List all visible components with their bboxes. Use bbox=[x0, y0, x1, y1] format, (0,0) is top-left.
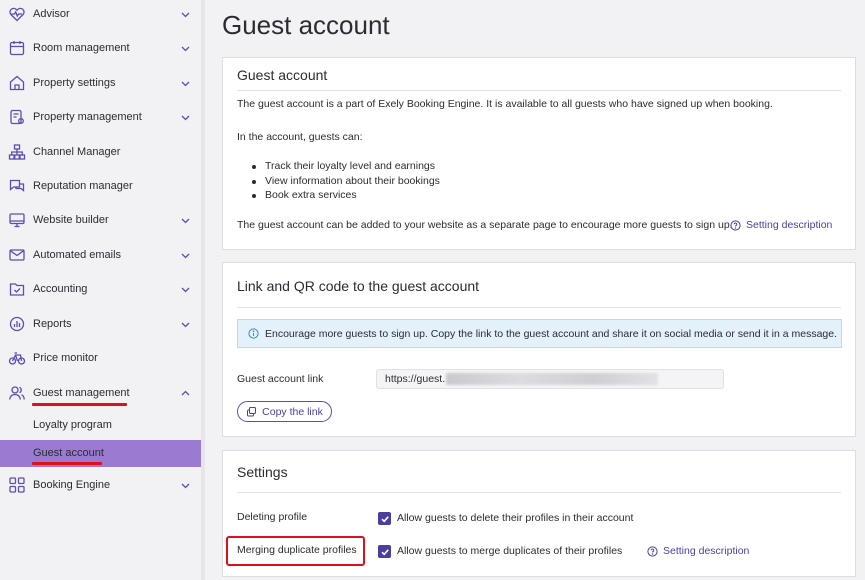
list-item: Book extra services bbox=[251, 188, 440, 203]
sidebar-item-advisor[interactable]: Advisor bbox=[0, 0, 201, 31]
list-item: Track their loyalty level and earnings bbox=[251, 159, 440, 174]
sidebar-item-label: Automated emails bbox=[33, 249, 122, 261]
sidebar-item-label: Channel Manager bbox=[33, 146, 121, 158]
copy-link-button[interactable]: Copy the link bbox=[237, 401, 332, 422]
card-title: Link and QR code to the guest account bbox=[237, 278, 480, 294]
list-intro-text: In the account, guests can: bbox=[237, 131, 363, 143]
sidebar-item-reputation-manager[interactable]: Reputation manager bbox=[0, 169, 201, 203]
sidebar-item-label: Property settings bbox=[33, 77, 116, 89]
users-icon bbox=[8, 384, 26, 402]
sidebar-item-label: Reputation manager bbox=[33, 180, 133, 192]
field-label: Guest account link bbox=[237, 373, 324, 385]
chevron-down-icon bbox=[180, 112, 191, 123]
highlight-underline bbox=[32, 403, 127, 406]
sidebar-item-label: Accounting bbox=[33, 283, 88, 295]
main-content: Guest account Guest account The guest ac… bbox=[205, 0, 865, 580]
setting-description-link[interactable]: Setting description bbox=[647, 545, 749, 557]
deleting-profile-label: Deleting profile bbox=[237, 511, 308, 523]
heart-monitor-icon bbox=[8, 5, 26, 23]
guest-account-link-field[interactable]: https://guest. bbox=[376, 369, 724, 389]
bicycle-icon bbox=[8, 349, 26, 367]
pie-chart-icon bbox=[8, 315, 26, 333]
calendar-icon bbox=[8, 39, 26, 57]
sidebar-item-label: Booking Engine bbox=[33, 479, 111, 491]
info-banner: Encourage more guests to sign up. Copy t… bbox=[237, 319, 842, 348]
sidebar-item-label: Property management bbox=[33, 111, 142, 123]
network-icon bbox=[8, 143, 26, 161]
folder-check-icon bbox=[8, 280, 26, 298]
guest-account-card: Guest account The guest account is a par… bbox=[222, 57, 856, 250]
info-text: Encourage more guests to sign up. Copy t… bbox=[265, 327, 837, 340]
highlight-underline bbox=[32, 462, 102, 465]
chevron-down-icon bbox=[180, 250, 191, 261]
intro-text: The guest account is a part of Exely Boo… bbox=[237, 98, 773, 110]
list-item: View information about their bookings bbox=[251, 174, 440, 189]
footer-text: The guest account can be added to your w… bbox=[237, 219, 733, 231]
sidebar-item-property-management[interactable]: Property management bbox=[0, 100, 201, 134]
merging-profiles-label: Merging duplicate profiles bbox=[237, 544, 357, 556]
delete-profile-checkbox[interactable] bbox=[378, 512, 391, 525]
button-label: Copy the link bbox=[262, 405, 323, 418]
monitor-icon bbox=[8, 211, 26, 229]
sidebar: Advisor Room management Property setting… bbox=[0, 0, 201, 580]
link-label: Setting description bbox=[663, 545, 750, 557]
delete-profile-checkbox-label: Allow guests to delete their profiles in… bbox=[397, 512, 634, 524]
sidebar-item-label: Reports bbox=[33, 318, 72, 330]
chevron-up-icon bbox=[180, 388, 191, 399]
help-circle-icon bbox=[730, 219, 741, 231]
clipboard-gear-icon bbox=[8, 108, 26, 126]
sidebar-item-channel-manager[interactable]: Channel Manager bbox=[0, 135, 201, 169]
sidebar-item-website-builder[interactable]: Website builder bbox=[0, 203, 201, 237]
sidebar-item-property-settings[interactable]: Property settings bbox=[0, 66, 201, 100]
sidebar-item-label: Website builder bbox=[33, 214, 109, 226]
sidebar-item-price-monitor[interactable]: Price monitor bbox=[0, 341, 201, 375]
card-divider bbox=[237, 307, 841, 308]
sidebar-item-label: Advisor bbox=[33, 8, 70, 20]
chevron-down-icon bbox=[180, 319, 191, 330]
sidebar-item-booking-engine[interactable]: Booking Engine bbox=[0, 468, 201, 502]
copy-icon bbox=[246, 406, 257, 417]
sidebar-item-accounting[interactable]: Accounting bbox=[0, 272, 201, 306]
sidebar-item-automated-emails[interactable]: Automated emails bbox=[0, 238, 201, 272]
sidebar-subitem-loyalty-program[interactable]: Loyalty program bbox=[0, 412, 201, 439]
sidebar-item-label: Price monitor bbox=[33, 352, 98, 364]
chevron-down-icon bbox=[180, 43, 191, 54]
home-icon bbox=[8, 74, 26, 92]
sidebar-item-label: Guest management bbox=[33, 387, 130, 399]
card-divider bbox=[237, 90, 841, 91]
info-icon bbox=[248, 328, 259, 339]
help-circle-icon bbox=[647, 545, 658, 557]
sidebar-item-reports[interactable]: Reports bbox=[0, 307, 201, 341]
page-title: Guest account bbox=[222, 10, 390, 40]
link-label: Setting description bbox=[746, 219, 833, 231]
link-value: https://guest. bbox=[385, 373, 446, 385]
sidebar-item-label: Room management bbox=[33, 42, 130, 54]
chevron-down-icon bbox=[180, 480, 191, 491]
card-title: Guest account bbox=[237, 67, 328, 83]
settings-card: Settings Deleting profile Allow guests t… bbox=[222, 450, 856, 577]
chevron-down-icon bbox=[180, 78, 191, 89]
grid-icon bbox=[8, 476, 26, 494]
sidebar-subitem-label: Guest account bbox=[33, 447, 104, 459]
chevron-down-icon bbox=[180, 9, 191, 20]
merge-duplicates-checkbox-label: Allow guests to merge duplicates of thei… bbox=[397, 545, 623, 557]
merge-duplicates-checkbox[interactable] bbox=[378, 545, 391, 558]
chevron-down-icon bbox=[180, 284, 191, 295]
redacted-link bbox=[446, 373, 659, 385]
link-qr-card: Link and QR code to the guest account En… bbox=[222, 262, 856, 437]
envelope-icon bbox=[8, 246, 26, 264]
sidebar-item-room-management[interactable]: Room management bbox=[0, 31, 201, 65]
checkmark-icon bbox=[380, 515, 389, 522]
card-title: Settings bbox=[237, 464, 288, 480]
setting-description-link[interactable]: Setting description bbox=[730, 219, 832, 231]
checkmark-icon bbox=[380, 548, 389, 555]
sidebar-subitem-label: Loyalty program bbox=[33, 419, 112, 431]
chat-bubbles-icon bbox=[8, 177, 26, 195]
card-divider bbox=[237, 492, 841, 493]
chevron-down-icon bbox=[180, 215, 191, 226]
feature-list: Track their loyalty level and earnings V… bbox=[251, 159, 440, 203]
